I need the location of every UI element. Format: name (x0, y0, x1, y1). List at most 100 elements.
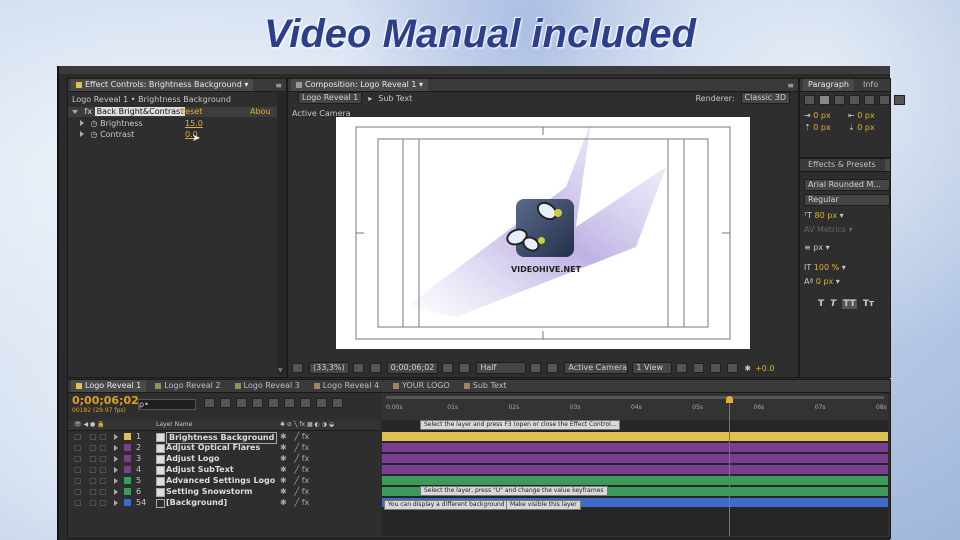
auto-keyframe-icon[interactable] (316, 398, 327, 408)
layer-row[interactable]: ▢ ▢ ▢ 5 Advanced Settings Logo ✱ ╱ fx (68, 476, 380, 486)
visibility-switch[interactable]: ▢ ▢ ▢ (74, 432, 107, 442)
graph-editor-icon[interactable] (332, 398, 343, 408)
show-channel-icon[interactable] (459, 363, 471, 373)
crumb-sub-text[interactable]: Sub Text (378, 94, 412, 103)
tab-effect-controls[interactable]: Effect Controls: Brightness Background ▾ (71, 79, 254, 91)
renderer-dropdown[interactable]: Classic 3D (740, 92, 790, 104)
layer-track-bar[interactable] (382, 465, 888, 474)
view-layout-dropdown[interactable]: 1 View (632, 362, 673, 374)
work-area-bar[interactable] (386, 396, 884, 399)
layer-row[interactable]: ▢ ▢ ▢ 1 Brightness Background ✱ ╱ fx (68, 432, 380, 444)
collapse-icon[interactable] (72, 110, 78, 114)
always-preview-icon[interactable] (292, 363, 303, 373)
indent-left[interactable]: ⇥ 0 px (804, 111, 831, 120)
faux-bold-button[interactable]: T (818, 299, 824, 309)
visibility-switch[interactable]: ▢ ▢ ▢ (74, 498, 107, 508)
layer-name[interactable]: Adjust Logo (166, 454, 220, 464)
label-color-icon[interactable] (124, 466, 131, 473)
layer-name[interactable]: Advanced Settings Logo (166, 476, 275, 486)
tab-character[interactable]: Ch (884, 159, 890, 171)
layer-marker-comment[interactable]: Select the layer, press "U" and change t… (420, 486, 608, 496)
timeline-tab[interactable]: YOUR LOGO (388, 380, 455, 392)
layer-switches[interactable]: ✱ ╱ fx (280, 443, 309, 453)
live-update-icon[interactable] (220, 398, 231, 408)
layer-name[interactable]: Setting Snowstorm (166, 487, 253, 497)
playhead-handle-icon[interactable] (726, 396, 733, 403)
scrollbar[interactable]: ▼ (277, 93, 285, 375)
font-size-field[interactable]: ᵀT 80 px ▾ (804, 211, 844, 220)
layer-name[interactable]: Adjust Optical Flares (166, 443, 260, 453)
region-of-interest-icon[interactable] (530, 363, 542, 373)
camera-view-dropdown[interactable]: Active Camera (564, 362, 629, 374)
layer-track-bar[interactable] (382, 476, 888, 485)
label-color-icon[interactable] (124, 488, 131, 495)
toggle-pixel-icon[interactable] (676, 363, 688, 373)
expand-icon[interactable] (80, 131, 84, 137)
stopwatch-icon[interactable]: ◷ (91, 130, 98, 139)
frame-blending-icon[interactable] (268, 398, 279, 408)
motion-blur-icon[interactable] (284, 398, 295, 408)
stopwatch-icon[interactable]: ◷ (91, 119, 98, 128)
tab-paragraph[interactable]: Paragraph (803, 79, 854, 91)
time-ruler[interactable]: 0:00s 01s 02s 03s 04s 05s 06s 07s 08s (382, 394, 888, 420)
layer-track-bar[interactable] (382, 432, 888, 441)
timeline-tab[interactable]: Logo Reveal 3 (230, 380, 305, 392)
label-color-icon[interactable] (124, 477, 131, 484)
shy-icon[interactable] (252, 398, 263, 408)
brainstorm-icon[interactable] (300, 398, 311, 408)
layer-row[interactable]: ▢ ▢ ▢ 6 Setting Snowstorm ✱ ╱ fx (68, 487, 380, 497)
layer-switches[interactable]: ✱ ╱ fx (280, 487, 309, 497)
comp-viewer[interactable]: VIDEOHIVE.NET (336, 117, 750, 349)
about-link[interactable]: Abou (250, 107, 271, 117)
tab-composition[interactable]: Composition: Logo Reveal 1 ▾ (291, 79, 429, 91)
expand-icon[interactable] (80, 120, 84, 126)
expand-icon[interactable] (114, 445, 118, 451)
label-color-icon[interactable] (124, 433, 131, 440)
timeline-tab[interactable]: Sub Text (459, 380, 512, 392)
layer-track-bar[interactable] (382, 454, 888, 463)
panel-menu-icon[interactable]: ≡ (787, 81, 798, 90)
brightness-value[interactable]: 15.0 (185, 119, 203, 128)
exposure-icon[interactable]: ✱ (744, 364, 751, 373)
zoom-dropdown[interactable]: (33,3%) (309, 362, 349, 374)
layer-switches[interactable]: ✱ ╱ fx (280, 432, 309, 442)
layer-switches[interactable]: ✱ ╱ fx (280, 465, 309, 475)
fast-previews-icon[interactable] (693, 363, 705, 373)
small-caps-button[interactable]: Tᴛ (863, 299, 874, 309)
expand-icon[interactable] (114, 467, 118, 473)
label-color-icon[interactable] (124, 455, 131, 462)
layer-row[interactable]: ▢ ▢ ▢ 4 Adjust SubText ✱ ╱ fx (68, 465, 380, 475)
leading-field[interactable]: ≡ px ▾ (804, 243, 830, 252)
justify-right-icon[interactable] (879, 95, 890, 105)
layer-row[interactable]: ▢ ▢ ▢ 2 Adjust Optical Flares ✱ ╱ fx (68, 443, 380, 453)
layer-name-header[interactable]: Layer Name (156, 420, 192, 430)
justify-center-icon[interactable] (864, 95, 875, 105)
playhead[interactable] (726, 396, 733, 536)
timeline-search-input[interactable]: ρ• (138, 399, 196, 410)
layer-marker-comment[interactable]: Make visible this layer (506, 500, 581, 510)
layer-switches[interactable]: ✱ ╱ fx (280, 498, 309, 508)
space-before[interactable]: ⇡ 0 px (804, 123, 831, 132)
font-style-dropdown[interactable]: Regular (804, 194, 890, 206)
faux-italic-button[interactable]: T (830, 299, 836, 309)
layer-row[interactable]: ▢ ▢ ▢ 54 [Background] ✱ ╱ fx (68, 498, 380, 508)
layer-name[interactable]: Adjust SubText (166, 465, 234, 475)
flowchart-icon[interactable] (727, 363, 739, 373)
layer-name[interactable]: [Background] (166, 498, 227, 508)
timeline-tab[interactable]: Logo Reveal 1 (71, 380, 147, 392)
effect-row[interactable]: fx Back Bright&Contrast Reset Abou (68, 107, 278, 117)
exposure-value[interactable]: +0.0 (755, 364, 774, 373)
baseline-shift-field[interactable]: Aª 0 px ▾ (804, 277, 840, 286)
layer-row[interactable]: ▢ ▢ ▢ 3 Adjust Logo ✱ ╱ fx (68, 454, 380, 464)
track-area[interactable]: Select the layer and press F3 (open or c… (382, 420, 888, 536)
kerning-field[interactable]: AV Metrics ▾ (804, 225, 853, 234)
visibility-switch[interactable]: ▢ ▢ ▢ (74, 465, 107, 475)
transparency-grid-icon[interactable] (547, 363, 559, 373)
layer-marker-comment[interactable]: You can display a different background (384, 500, 509, 510)
align-center-icon[interactable] (819, 95, 830, 105)
timeline-icon[interactable] (710, 363, 722, 373)
tab-info[interactable]: Info (858, 79, 883, 91)
vertical-scale-field[interactable]: IT 100 % ▾ (804, 263, 846, 272)
layer-track-bar[interactable] (382, 443, 888, 452)
timeline-tab[interactable]: Logo Reveal 2 (150, 380, 225, 392)
